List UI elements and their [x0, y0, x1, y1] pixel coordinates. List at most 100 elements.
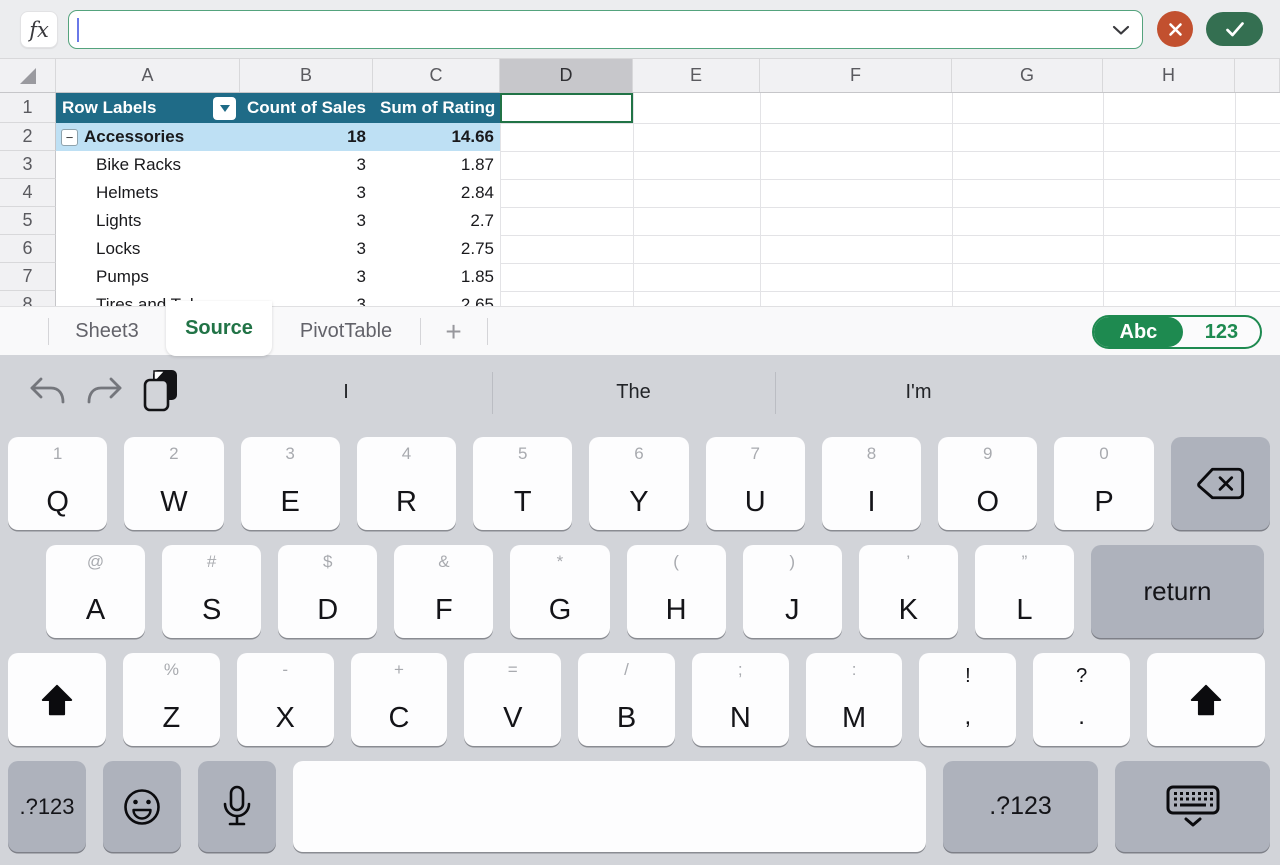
- key-b[interactable]: /B: [578, 653, 675, 746]
- return-key[interactable]: return: [1091, 545, 1264, 638]
- shift-key-left[interactable]: [8, 653, 106, 746]
- redo-button[interactable]: [86, 372, 124, 412]
- key-g[interactable]: *G: [510, 545, 609, 638]
- accept-button[interactable]: [1206, 12, 1263, 46]
- chevron-down-icon[interactable]: [1112, 25, 1130, 36]
- cell-count[interactable]: 3: [240, 183, 373, 203]
- pivot-header-row-labels[interactable]: Row Labels: [56, 97, 240, 120]
- column-header-d[interactable]: D: [500, 59, 633, 92]
- cell-count[interactable]: 18: [240, 127, 373, 147]
- column-header-a[interactable]: A: [56, 59, 240, 92]
- cell-label[interactable]: Helmets: [56, 183, 240, 203]
- toggle-abc-selected[interactable]: Abc: [1094, 317, 1183, 347]
- undo-button[interactable]: [28, 372, 66, 412]
- key-d[interactable]: $D: [278, 545, 377, 638]
- key-k[interactable]: ’K: [859, 545, 958, 638]
- dictation-key[interactable]: [198, 761, 276, 852]
- suggestion-2[interactable]: The: [492, 355, 775, 430]
- column-header-c[interactable]: C: [373, 59, 500, 92]
- backspace-key[interactable]: [1171, 437, 1270, 530]
- symbols-key-left[interactable]: .?123: [8, 761, 86, 852]
- row-header-2[interactable]: 2: [0, 123, 56, 151]
- key-label: G: [510, 596, 609, 625]
- key-n[interactable]: ;N: [692, 653, 789, 746]
- key-f[interactable]: &F: [394, 545, 493, 638]
- key-i[interactable]: 8I: [822, 437, 921, 530]
- collapse-minus-button[interactable]: −: [61, 129, 78, 146]
- key-c[interactable]: +C: [351, 653, 448, 746]
- row-header-3[interactable]: 3: [0, 151, 56, 179]
- row-header-5[interactable]: 5: [0, 207, 56, 235]
- cell-rating[interactable]: 14.66: [373, 127, 500, 147]
- sheet-tab-source-active[interactable]: Source: [166, 301, 272, 356]
- space-key[interactable]: [293, 761, 926, 852]
- key-v[interactable]: =V: [464, 653, 561, 746]
- shift-key-right[interactable]: [1147, 653, 1265, 746]
- emoji-key[interactable]: [103, 761, 181, 852]
- cell-count[interactable]: 3: [240, 239, 373, 259]
- key-m[interactable]: :M: [806, 653, 903, 746]
- cell-label[interactable]: Accessories: [84, 127, 184, 147]
- cell-count[interactable]: 3: [240, 155, 373, 175]
- cell-rating[interactable]: 1.87: [373, 155, 500, 175]
- toggle-123[interactable]: 123: [1183, 317, 1260, 347]
- filter-dropdown-button[interactable]: [213, 97, 236, 120]
- select-all-corner[interactable]: [0, 59, 56, 92]
- selected-cell-d1[interactable]: [500, 93, 633, 123]
- suggestion-3[interactable]: I'm: [775, 355, 1062, 430]
- cell-rating[interactable]: 1.85: [373, 267, 500, 287]
- row-header-6[interactable]: 6: [0, 235, 56, 263]
- cell-label[interactable]: Bike Racks: [56, 155, 240, 175]
- column-header-partial[interactable]: [1235, 59, 1280, 92]
- key-l[interactable]: ”L: [975, 545, 1074, 638]
- key-s[interactable]: #S: [162, 545, 261, 638]
- cancel-button[interactable]: [1157, 11, 1193, 47]
- cell-rating[interactable]: 2.7: [373, 211, 500, 231]
- key-h[interactable]: (H: [627, 545, 726, 638]
- column-header-f[interactable]: F: [760, 59, 952, 92]
- pivot-header-count[interactable]: Count of Sales: [240, 98, 373, 118]
- pivot-header-rating[interactable]: Sum of Rating: [373, 98, 500, 118]
- column-header-g[interactable]: G: [952, 59, 1103, 92]
- key-comma-exclamation[interactable]: !,: [919, 653, 1016, 746]
- cell-count[interactable]: 3: [240, 267, 373, 287]
- sheet-tab-sheet3[interactable]: Sheet3: [48, 307, 166, 356]
- cell-rating[interactable]: 2.75: [373, 239, 500, 259]
- dismiss-keyboard-key[interactable]: [1115, 761, 1270, 852]
- key-w[interactable]: 2W: [124, 437, 223, 530]
- key-e[interactable]: 3E: [241, 437, 340, 530]
- add-sheet-button[interactable]: +: [420, 307, 487, 356]
- formula-input[interactable]: [68, 10, 1143, 49]
- cell-rating[interactable]: 2.65: [373, 295, 500, 306]
- row-header-4[interactable]: 4: [0, 179, 56, 207]
- paste-button[interactable]: [142, 366, 180, 414]
- key-t[interactable]: 5T: [473, 437, 572, 530]
- function-fx-icon[interactable]: fx: [20, 11, 58, 48]
- cell-label[interactable]: Pumps: [56, 267, 240, 287]
- key-u[interactable]: 7U: [706, 437, 805, 530]
- key-period-question[interactable]: ?.: [1033, 653, 1130, 746]
- key-j[interactable]: )J: [743, 545, 842, 638]
- cell-area[interactable]: Row Labels Count of Sales Sum of Rating …: [56, 93, 1280, 306]
- cell-label[interactable]: Lights: [56, 211, 240, 231]
- column-header-e[interactable]: E: [633, 59, 760, 92]
- sheet-tab-pivottable[interactable]: PivotTable: [272, 307, 420, 356]
- suggestion-1[interactable]: I: [200, 355, 492, 430]
- key-o[interactable]: 9O: [938, 437, 1037, 530]
- key-a[interactable]: @A: [46, 545, 145, 638]
- row-header-1[interactable]: 1: [0, 93, 56, 123]
- key-p[interactable]: 0P: [1054, 437, 1153, 530]
- key-z[interactable]: %Z: [123, 653, 220, 746]
- cell-label[interactable]: Locks: [56, 239, 240, 259]
- column-header-h[interactable]: H: [1103, 59, 1235, 92]
- row-header-8[interactable]: 8: [0, 291, 56, 306]
- cell-count[interactable]: 3: [240, 211, 373, 231]
- key-y[interactable]: 6Y: [589, 437, 688, 530]
- key-q[interactable]: 1Q: [8, 437, 107, 530]
- column-header-b[interactable]: B: [240, 59, 373, 92]
- symbols-key-right[interactable]: .?123: [943, 761, 1098, 852]
- cell-rating[interactable]: 2.84: [373, 183, 500, 203]
- key-r[interactable]: 4R: [357, 437, 456, 530]
- key-x[interactable]: -X: [237, 653, 334, 746]
- row-header-7[interactable]: 7: [0, 263, 56, 291]
